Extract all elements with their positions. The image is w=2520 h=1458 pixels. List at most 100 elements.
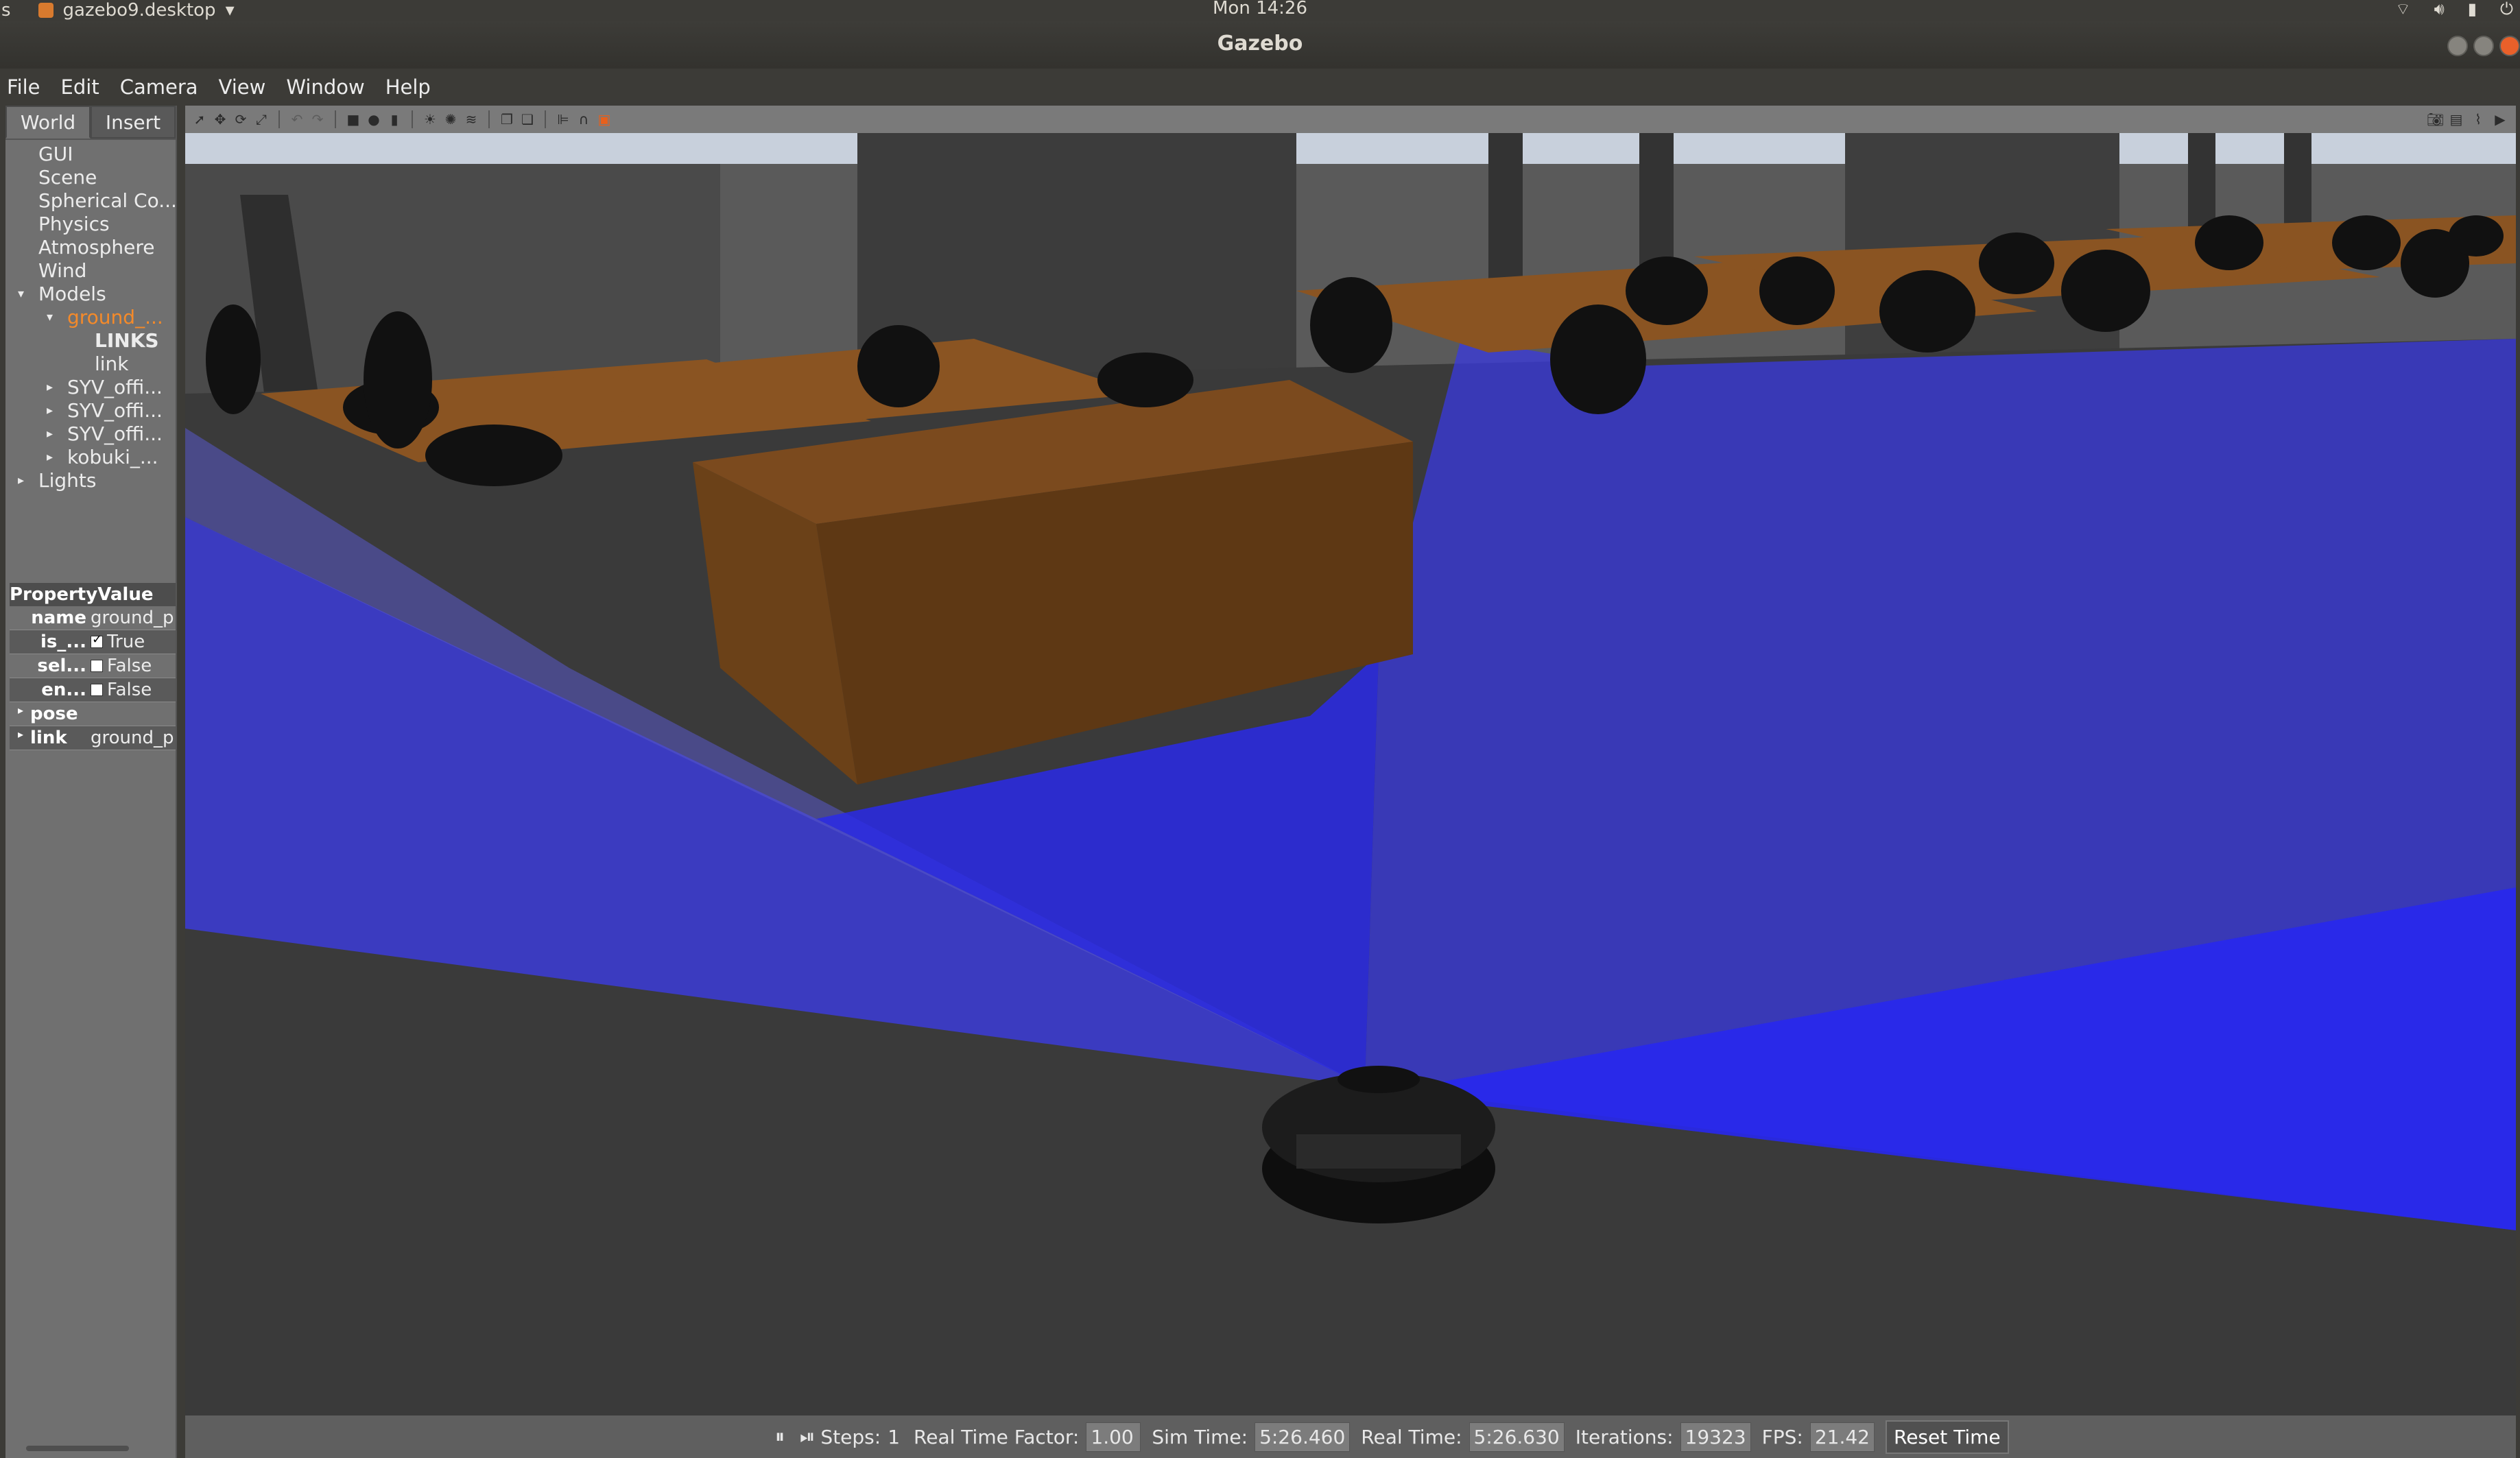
point-light-icon[interactable]: ☀: [423, 112, 438, 127]
box-shape-icon[interactable]: ■: [346, 112, 361, 127]
property-row-is-static[interactable]: is_... True: [10, 630, 176, 654]
property-row-name[interactable]: name ground_p: [10, 606, 176, 630]
video-record-icon[interactable]: ▶: [2493, 112, 2508, 127]
robot-sensor: [1338, 1066, 1420, 1093]
tree-item-wind[interactable]: Wind: [5, 259, 176, 283]
cylinder-shape-icon[interactable]: ▮: [387, 112, 402, 127]
menu-window[interactable]: Window: [286, 75, 364, 99]
expand-right-icon[interactable]: ▸: [18, 469, 24, 492]
copy-icon[interactable]: ❐: [499, 112, 514, 127]
tree-item-syv-office-1[interactable]: ▸ SYV_offi...: [5, 376, 176, 399]
tree-item-label: SYV_offi...: [67, 422, 163, 445]
checkbox-unchecked[interactable]: [91, 684, 103, 696]
expand-right-icon[interactable]: ▸: [18, 728, 23, 748]
status-bar: ⏸ ⏯ Steps: 1 Real Time Factor: 1.00 Sim …: [185, 1415, 2516, 1458]
property-table: PropertyValue name ground_p is_... True …: [10, 583, 176, 750]
pause-icon[interactable]: ⏸: [775, 1425, 785, 1448]
checkbox-checked[interactable]: [91, 632, 103, 648]
steps-value[interactable]: 1: [888, 1426, 900, 1448]
maximize-button[interactable]: [2473, 36, 2494, 56]
tree-item-physics[interactable]: Physics: [5, 213, 176, 236]
log-icon[interactable]: ▤: [2449, 112, 2464, 127]
snap-icon[interactable]: ∩: [576, 112, 591, 127]
tree-item-syv-office-2[interactable]: ▸ SYV_offi...: [5, 399, 176, 422]
menu-edit[interactable]: Edit: [61, 75, 99, 99]
redo-icon[interactable]: ↷: [310, 112, 325, 127]
directional-light-icon[interactable]: ≋: [464, 112, 479, 127]
menu-file[interactable]: File: [7, 75, 40, 99]
chair-back: [1879, 270, 1975, 352]
volume-icon[interactable]: 🔊︎: [2434, 0, 2445, 19]
tree-item-label: SYV_offi...: [67, 399, 163, 422]
tree-item-atmosphere[interactable]: Atmosphere: [5, 236, 176, 259]
menu-view[interactable]: View: [219, 75, 266, 99]
select-arrow-icon[interactable]: ➚: [192, 112, 207, 127]
real-time-factor-value: 1.00: [1086, 1422, 1141, 1452]
tree-item-gui[interactable]: GUI: [5, 143, 176, 166]
expand-right-icon[interactable]: ▸: [47, 422, 53, 446]
expand-right-icon[interactable]: ▸: [47, 376, 53, 399]
tree-item-label: Atmosphere: [38, 236, 155, 259]
expand-right-icon[interactable]: ▸: [18, 704, 23, 724]
chair-back: [1759, 256, 1835, 325]
menu-camera[interactable]: Camera: [120, 75, 198, 99]
tree-item-ground-plane[interactable]: ▾ ground_...: [5, 306, 176, 329]
property-value: True: [107, 632, 145, 652]
tree-item-label: kobuki_...: [67, 446, 158, 468]
tree-item-spherical-coordinates[interactable]: Spherical Co...: [5, 189, 176, 213]
tree-item-scene[interactable]: Scene: [5, 166, 176, 189]
chair-back: [2449, 215, 2504, 256]
horizontal-scrollbar[interactable]: [26, 1446, 129, 1451]
iterations-value: 19323: [1680, 1422, 1751, 1452]
tab-world[interactable]: World: [5, 106, 91, 139]
undo-icon[interactable]: ↶: [289, 112, 305, 127]
expand-right-icon[interactable]: ▸: [47, 446, 53, 469]
tree-item-lights[interactable]: ▸ Lights: [5, 469, 176, 492]
scale-icon[interactable]: ⤢: [254, 112, 269, 127]
sim-time-label: Sim Time:: [1152, 1425, 1248, 1448]
property-value: False: [107, 656, 152, 676]
header-property: Property: [10, 584, 98, 605]
property-row-link[interactable]: ▸ link ground_p: [10, 726, 176, 750]
minimize-button[interactable]: [2447, 36, 2468, 56]
property-row-enable-wind[interactable]: en... False: [10, 678, 176, 702]
tree-item-kobuki[interactable]: ▸ kobuki_...: [5, 446, 176, 469]
expand-down-icon[interactable]: ▾: [18, 283, 24, 306]
screenshot-icon[interactable]: 📷︎: [2427, 112, 2444, 127]
expand-down-icon[interactable]: ▾: [47, 306, 53, 329]
chair-back: [1310, 277, 1392, 373]
close-button[interactable]: [2499, 36, 2520, 56]
menu-bar: File Edit Camera View Window Help: [0, 69, 2520, 106]
chair-back: [1626, 256, 1708, 325]
tree-item-label: Models: [38, 283, 106, 305]
tab-insert[interactable]: Insert: [91, 106, 176, 139]
align-icon[interactable]: ⊫: [556, 112, 571, 127]
translate-icon[interactable]: ✥: [213, 112, 228, 127]
property-row-pose[interactable]: ▸ pose: [10, 702, 176, 726]
rotate-icon[interactable]: ⟳: [233, 112, 248, 127]
wifi-icon[interactable]: ⌔: [2395, 0, 2411, 19]
window-titlebar[interactable]: Gazebo: [0, 21, 2520, 69]
paste-icon[interactable]: ❏: [520, 112, 535, 127]
menu-help[interactable]: Help: [385, 75, 431, 99]
property-value[interactable]: ground_p: [91, 608, 176, 628]
checkbox-unchecked[interactable]: [91, 660, 103, 672]
reset-time-button[interactable]: Reset Time: [1886, 1420, 2009, 1454]
plot-icon[interactable]: ⌇: [2471, 112, 2486, 127]
step-icon[interactable]: ⏯: [800, 1425, 815, 1448]
scene-viewport[interactable]: [185, 133, 2516, 1415]
clock[interactable]: Mon 14:26: [0, 0, 2520, 17]
property-key: pose: [30, 704, 78, 724]
tree-item-label: Spherical Co...: [38, 189, 176, 212]
expand-right-icon[interactable]: ▸: [47, 399, 53, 422]
tree-item-label: Physics: [38, 213, 110, 235]
tree-item-link[interactable]: link: [5, 352, 176, 376]
change-view-icon[interactable]: ▣: [597, 112, 612, 127]
property-row-self-collide[interactable]: sel... False: [10, 654, 176, 678]
settings-icon[interactable]: ⏻: [2500, 0, 2513, 19]
tree-item-syv-office-3[interactable]: ▸ SYV_offi...: [5, 422, 176, 446]
tree-item-models[interactable]: ▾ Models: [5, 283, 176, 306]
battery-icon[interactable]: ▮: [2468, 0, 2477, 19]
sphere-shape-icon[interactable]: ●: [366, 112, 381, 127]
spot-light-icon[interactable]: ✺: [443, 112, 458, 127]
